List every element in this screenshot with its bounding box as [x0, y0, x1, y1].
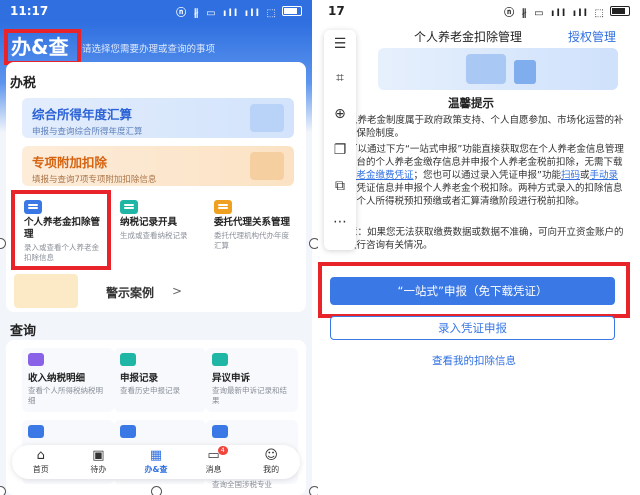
right-phone-screen: 17 ⓝ ∦ ▭ ıll ıll ⬚ 回 个人养老金扣除管理 授权管理 温馨提示…	[318, 0, 640, 495]
crop-icon[interactable]: ☰	[330, 34, 350, 54]
folder-illustration-icon	[14, 274, 78, 308]
header-hint: 请选择您需要办理或查询的事项	[82, 44, 216, 55]
tile-subtitle: 查询全国涉税专业	[212, 480, 272, 489]
tab-handle-query[interactable]: ▦ 办&查	[132, 449, 180, 475]
para-text: ；您也可以通过录入凭证申报”功能	[413, 170, 561, 181]
appeal-icon	[212, 353, 228, 366]
document-icon	[120, 425, 136, 438]
tile-title: 委托代理关系管理	[214, 217, 291, 228]
annual-settlement-banner[interactable]: 综合所得年度汇算 申报与查询综合所得年度汇算	[22, 98, 294, 138]
tab-todo[interactable]: ▣ 待办	[74, 449, 122, 475]
query-income-tax-detail[interactable]: 收入纳税明细 查看个人所得税纳税明细	[22, 348, 114, 412]
grid-icon: ▦	[149, 448, 163, 463]
tile-subtitle: 查看历史申报记录	[120, 386, 180, 395]
search-doc-icon	[212, 425, 228, 438]
floating-toolbar: ☰ ⌗ ⊕ ❐ ⧉ ⋯	[324, 30, 356, 250]
authorization-management-link[interactable]: 授权管理	[568, 28, 616, 45]
tile-title: 收入纳税明细	[28, 373, 86, 384]
reminder-title: 温馨提示	[448, 96, 494, 110]
banner-subtitle: 填报与查询7项专项附加扣除信息	[32, 175, 157, 185]
warning-cases-strip[interactable]: 警示案例 >	[10, 274, 302, 310]
warning-cases-label: 警示案例	[106, 286, 155, 300]
section-title-ban: 办税	[10, 76, 37, 91]
copy-icon[interactable]: ❐	[330, 140, 350, 160]
scan-code-link[interactable]: 扫码	[561, 170, 580, 181]
tab-messages[interactable]: ▭ 4 消息	[190, 446, 238, 475]
zoom-in-icon[interactable]: ⊕	[330, 104, 350, 124]
illustration-shape	[466, 54, 506, 84]
view-my-deductions-link[interactable]: 查看我的扣除信息	[318, 353, 630, 368]
para-text: 可以通过下方“一站式申报”功能直接获取您在个人养老金信息管理服务平台的个人养老金…	[328, 144, 624, 168]
tile-title: 申报记录	[120, 373, 159, 384]
bottom-tab-bar: ⌂ 首页 ▣ 待办 ▦ 办&查 ▭ 4 消息 ☺ 我的	[12, 445, 300, 479]
status-time: 11:17	[10, 4, 49, 18]
illustration-shape	[514, 60, 536, 84]
reminder-paragraph-3: 意：如果您无法获取缴费数据或数据不准确，可向开立资金账户的商业银行咨询有关情况。	[328, 227, 624, 251]
red-highlight-button	[318, 262, 630, 318]
document-icon	[28, 425, 44, 438]
status-bar: 11:17 ⓝ ∦ ▭ ıll ıll ⬚	[0, 0, 312, 22]
status-time: 17	[328, 4, 345, 18]
expand-icon[interactable]: ⧉	[330, 176, 350, 196]
tab-profile[interactable]: ☺ 我的	[247, 449, 295, 475]
resize-handle[interactable]	[151, 486, 162, 495]
tab-label: 待办	[90, 465, 107, 474]
frame-icon[interactable]: ⌗	[330, 68, 350, 88]
tile-tax-record[interactable]: 纳税记录开具 生成或查看纳税记录	[114, 196, 206, 266]
profile-icon: ☺	[264, 448, 278, 463]
tile-title: 异议申诉	[212, 373, 251, 384]
para-text: 缴费凭证信息并申报个人养老金个税扣除。两种方式录入的扣除信息均可在个人所得税预扣…	[328, 183, 623, 207]
more-icon[interactable]: ⋯	[330, 212, 350, 232]
special-deduction-banner[interactable]: 专项附加扣除 填报与查询7项专项附加扣除信息	[22, 146, 294, 186]
tile-subtitle: 查看个人所得税纳税明细	[28, 386, 103, 405]
declaration-icon	[120, 353, 136, 366]
query-declaration-record[interactable]: 申报记录 查看历史申报记录	[114, 348, 206, 412]
tab-label: 消息	[205, 465, 222, 474]
agency-icon	[214, 200, 232, 214]
banner-subtitle: 申报与查询综合所得年度汇算	[32, 127, 143, 137]
tile-subtitle: 查询最新申诉记录和结果	[212, 386, 287, 405]
tile-subtitle: 委托代理机构代办年度汇算	[214, 231, 289, 250]
battery-icon	[282, 6, 302, 16]
home-icon: ⌂	[36, 448, 45, 463]
tab-label: 办&查	[144, 465, 168, 474]
tab-home[interactable]: ⌂ 首页	[17, 449, 65, 475]
left-phone-screen: 11:17 ⓝ ∦ ▭ ıll ıll ⬚ 办&查 请选择您需要办理或查询的事项…	[0, 0, 312, 495]
income-icon	[28, 353, 44, 366]
tab-label: 我的	[263, 465, 280, 474]
reminder-paragraph-1: 人养老金制度属于政府政策支持、个人自愿参加、市场化运营的补充养老保险制度。	[328, 115, 624, 139]
tile-subtitle: 生成或查看纳税记录	[120, 231, 188, 240]
banner-title: 专项附加扣除	[32, 155, 108, 170]
status-system-icons: ⓝ ∦ ▭ ıll ıll ⬚	[176, 7, 278, 19]
tile-title: 纳税记录开具	[120, 217, 178, 228]
tile-agency-management[interactable]: 委托代理关系管理 委托代理机构代办年度汇算	[208, 196, 300, 266]
record-icon	[120, 200, 138, 214]
query-appeal[interactable]: 异议申诉 查询最新申诉记录和结果	[206, 348, 298, 412]
chevron-right-icon: >	[172, 284, 183, 298]
red-highlight-title	[4, 29, 81, 65]
banner-title: 综合所得年度汇算	[32, 107, 133, 122]
status-bar: 17 ⓝ ∦ ▭ ıll ıll ⬚	[318, 0, 640, 22]
message-badge: 4	[217, 446, 228, 455]
section-title-cha: 查询	[10, 324, 37, 339]
pension-banner-illustration	[378, 48, 618, 90]
calculator-illustration-icon	[250, 104, 284, 132]
red-highlight-tile	[11, 190, 111, 270]
tab-label: 首页	[32, 465, 49, 474]
gift-illustration-icon	[250, 152, 284, 180]
screenshot-root: 11:17 ⓝ ∦ ▭ ıll ıll ⬚ 办&查 请选择您需要办理或查询的事项…	[0, 0, 640, 495]
reminder-paragraph-2: 可以通过下方“一站式申报”功能直接获取您在个人养老金信息管理服务平台的个人养老金…	[328, 143, 624, 208]
battery-icon	[610, 6, 630, 16]
status-system-icons: ⓝ ∦ ▭ ıll ıll ⬚	[504, 7, 606, 19]
nav-title: 个人养老金扣除管理	[414, 30, 523, 44]
enter-voucher-declare-button[interactable]: 录入凭证申报	[330, 316, 615, 340]
calendar-icon: ▣	[92, 448, 105, 463]
nav-bar: 回 个人养老金扣除管理 授权管理	[318, 22, 640, 50]
